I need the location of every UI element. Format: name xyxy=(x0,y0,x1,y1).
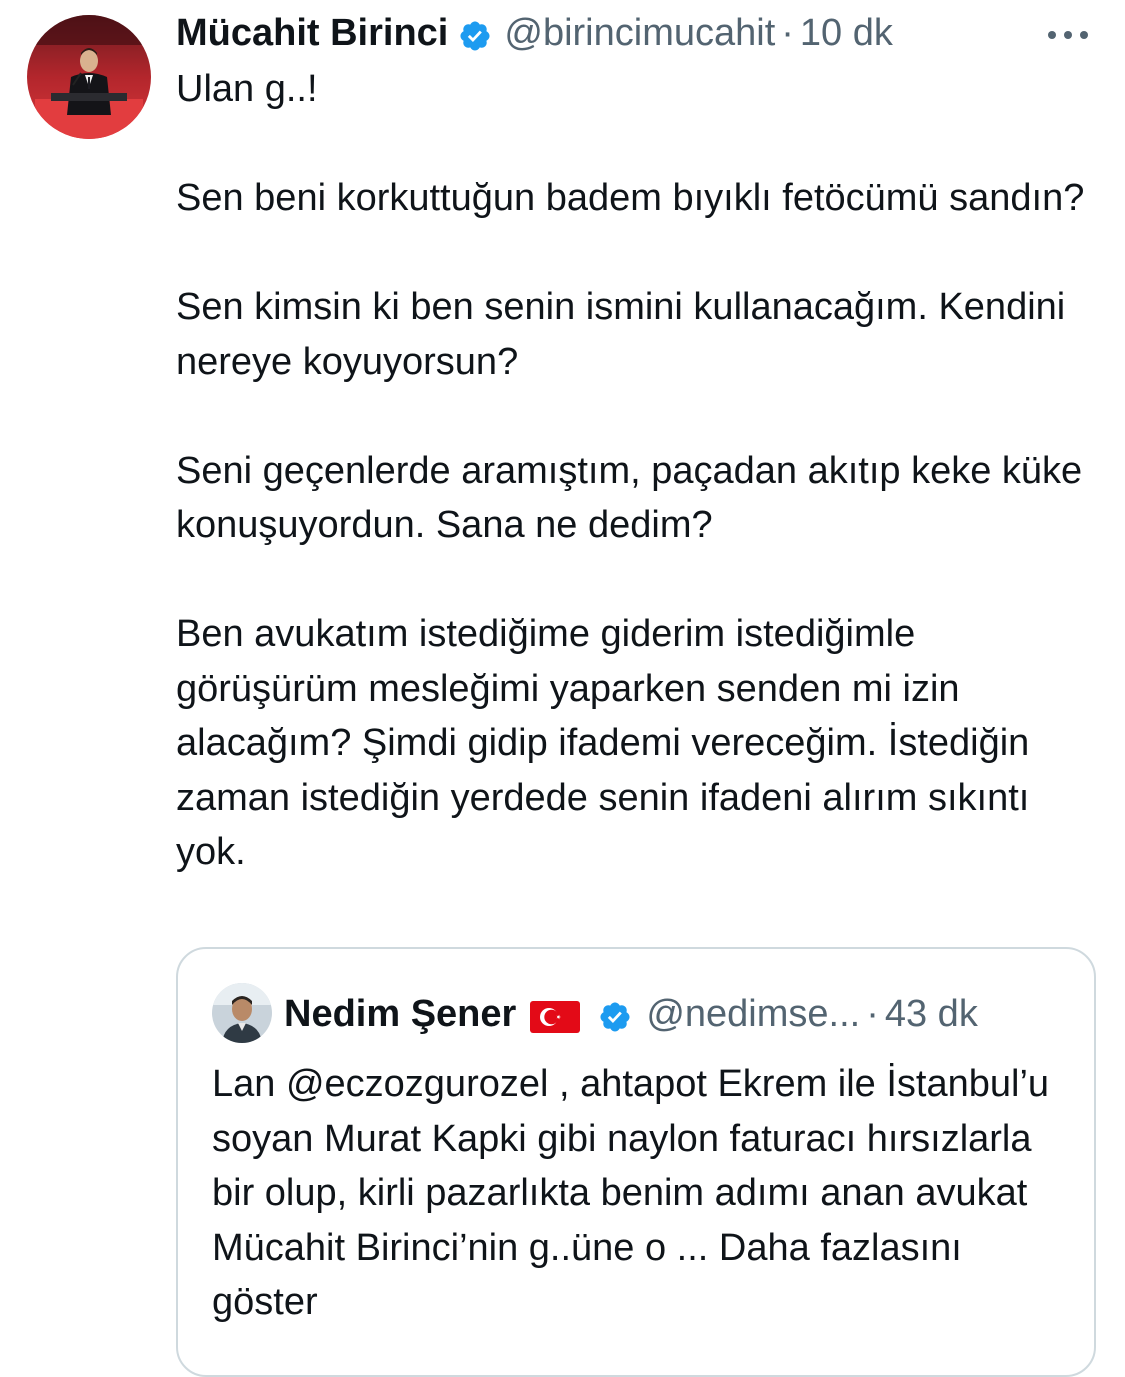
tweet-timestamp[interactable]: 10 dk xyxy=(800,8,893,58)
quoted-verified-badge-icon xyxy=(598,997,632,1032)
tweet-paragraph: Seni geçenlerde aramıştım, paçadan akıtı… xyxy=(176,449,1083,547)
tweet-header: Mücahit Birinci @birincimucahit · 10 dk xyxy=(176,8,893,58)
author-handle[interactable]: @birincimucahit xyxy=(504,8,775,58)
tweet-text: Ulan g..! Sen beni korkuttuğun badem bıy… xyxy=(176,62,1106,880)
turkey-flag-icon xyxy=(530,997,581,1033)
quoted-tweet-header: Nedim Şener @nedimse... · 43 dk xyxy=(284,989,978,1039)
quoted-author-handle: @nedimse... xyxy=(646,993,861,1035)
header-separator: · xyxy=(781,12,794,54)
author-avatar[interactable] xyxy=(27,15,151,139)
quoted-author-name: Nedim Şener xyxy=(284,993,517,1035)
quoted-author-avatar[interactable] xyxy=(212,983,272,1043)
tweet-paragraph: Sen kimsin ki ben senin ismini kullanaca… xyxy=(176,286,1066,383)
more-horizontal-icon xyxy=(1048,31,1088,39)
more-options-button[interactable] xyxy=(1042,18,1094,52)
author-name[interactable]: Mücahit Birinci xyxy=(176,8,448,58)
tweet-paragraph: Ben avukatım istediğime giderim istediği… xyxy=(176,613,1030,873)
tweet-paragraph: Sen beni korkuttuğun badem bıyıklı fetöc… xyxy=(176,177,1085,219)
quoted-tweet-timestamp: 43 dk xyxy=(884,993,978,1035)
quoted-tweet-card[interactable]: Nedim Şener @nedimse... · 43 dk Lan @ecz… xyxy=(176,947,1096,1377)
quoted-tweet-text: Lan @eczozgurozel , ahtapot Ekrem ile İs… xyxy=(212,1057,1072,1330)
verified-badge-icon xyxy=(458,16,492,51)
tweet: Mücahit Birinci @birincimucahit · 10 dk … xyxy=(0,0,1125,1377)
quoted-header-separator: · xyxy=(866,993,879,1035)
tweet-paragraph: Ulan g..! xyxy=(176,68,318,110)
